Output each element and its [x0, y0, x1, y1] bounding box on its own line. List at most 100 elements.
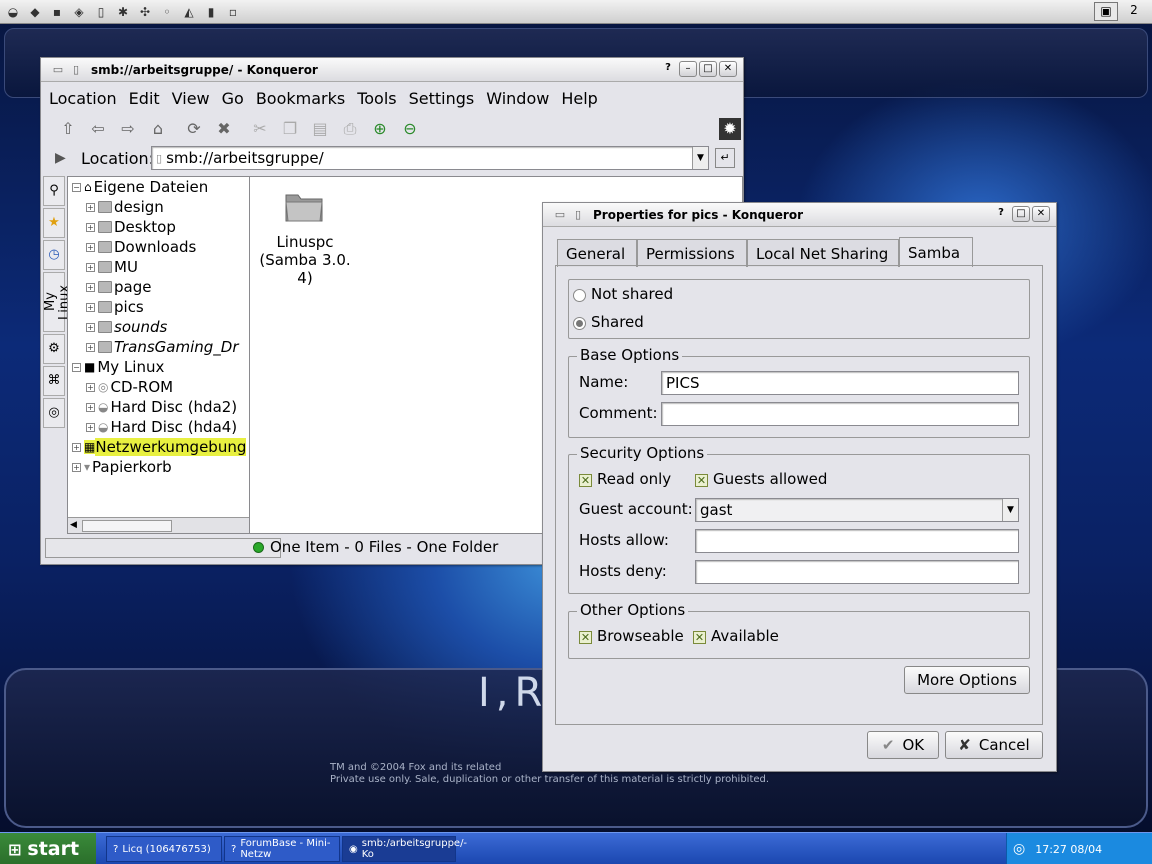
menu-help[interactable]: Help: [561, 89, 597, 108]
tree-item[interactable]: + MU: [86, 257, 138, 277]
cancel-button[interactable]: ✘ Cancel: [945, 731, 1043, 759]
guest-account-combo[interactable]: gast ▼: [695, 498, 1019, 522]
reload-icon[interactable]: ⟳: [183, 118, 205, 140]
expand-icon[interactable]: +: [86, 282, 95, 292]
window-menu-icon[interactable]: ▭: [551, 207, 569, 223]
tree-item[interactable]: + pics: [86, 297, 144, 317]
scroll-left-icon[interactable]: ◀: [70, 520, 77, 530]
up-icon[interactable]: ⇧: [57, 118, 79, 140]
tree-item[interactable]: + ▾ Papierkorb: [72, 457, 172, 477]
tree-item[interactable]: + Downloads: [86, 237, 196, 257]
copy-icon[interactable]: ❐: [279, 118, 301, 140]
expand-icon[interactable]: +: [86, 242, 95, 252]
tab-general[interactable]: General: [557, 239, 637, 267]
menu-edit[interactable]: Edit: [129, 89, 160, 108]
help-button[interactable]: ?: [992, 206, 1010, 222]
scroll-thumb[interactable]: [82, 520, 172, 532]
clock[interactable]: 17:27 08/04: [1035, 843, 1102, 856]
expand-icon[interactable]: +: [72, 442, 81, 452]
tree-item[interactable]: + sounds: [86, 317, 167, 337]
browseable-label[interactable]: Browseable: [597, 627, 684, 645]
task-licq[interactable]: ? Licq (106476753): [106, 836, 222, 862]
menu-settings[interactable]: Settings: [409, 89, 475, 108]
tree-item[interactable]: + TransGaming_Dr: [86, 337, 239, 357]
task-forumbase[interactable]: ? ForumBase - Mini-Netzw: [224, 836, 340, 862]
tree-item-selected[interactable]: + ▦ Netzwerkumgebung: [72, 437, 247, 457]
read-only-label[interactable]: Read only: [597, 470, 671, 488]
guests-allowed-label[interactable]: Guests allowed: [713, 470, 827, 488]
expand-icon[interactable]: +: [86, 342, 95, 352]
menu-window[interactable]: Window: [486, 89, 549, 108]
comment-input[interactable]: [661, 402, 1019, 426]
editor-icon[interactable]: ▯: [92, 4, 110, 20]
chevron-down-icon[interactable]: ▼: [1002, 499, 1018, 521]
maximize-button[interactable]: □: [699, 61, 717, 77]
hosts-allow-input[interactable]: [695, 529, 1019, 553]
tab-local-net-sharing[interactable]: Local Net Sharing: [747, 239, 899, 267]
available-checkbox[interactable]: ✕: [693, 631, 706, 644]
network-icon[interactable]: ✱: [114, 4, 132, 20]
home-icon[interactable]: ◆: [26, 4, 44, 20]
expand-icon[interactable]: +: [86, 422, 95, 432]
forward-icon[interactable]: ⇨: [117, 118, 139, 140]
available-label[interactable]: Available: [711, 627, 779, 645]
expand-icon[interactable]: +: [86, 262, 95, 272]
tools-icon[interactable]: ✣: [136, 4, 154, 20]
sidebar-tab-mylinux[interactable]: My Linux: [43, 272, 72, 332]
name-input[interactable]: PICS: [661, 371, 1019, 395]
zoom-in-icon[interactable]: ⊕: [369, 118, 391, 140]
mail-icon[interactable]: ◭: [180, 4, 198, 20]
print-icon[interactable]: ▮: [202, 4, 220, 20]
sidebar-tab-history[interactable]: ◷: [43, 240, 65, 270]
sidebar-tab-services[interactable]: ⚙: [43, 334, 65, 364]
tree-item[interactable]: + ◎ CD-ROM: [86, 377, 173, 397]
print-icon[interactable]: ⎙: [339, 118, 361, 140]
tree-item[interactable]: + Desktop: [86, 217, 176, 237]
start-button[interactable]: ⊞ start: [0, 833, 96, 864]
sidebar-tab-bookmarks[interactable]: ★: [43, 208, 65, 238]
sidebar-tab-media[interactable]: ◎: [43, 398, 65, 428]
tray-icon[interactable]: ◎: [1013, 841, 1025, 857]
kmenu-icon[interactable]: ◒: [4, 4, 22, 20]
terminal-icon[interactable]: ▪: [48, 4, 66, 20]
stop-icon[interactable]: ✖: [213, 118, 235, 140]
expand-icon[interactable]: +: [86, 202, 95, 212]
location-dropdown-icon[interactable]: ▼: [692, 147, 708, 169]
cut-icon[interactable]: ✂: [249, 118, 271, 140]
konqueror-titlebar[interactable]: ▭ ▯ smb://arbeitsgruppe/ - Konqueror ? –…: [41, 58, 743, 82]
menu-view[interactable]: View: [172, 89, 210, 108]
pager-desktop-2[interactable]: 2: [1122, 2, 1146, 21]
tree-item[interactable]: + page: [86, 277, 151, 297]
expand-icon[interactable]: +: [72, 462, 81, 472]
not-shared-radio[interactable]: [573, 289, 586, 302]
close-button[interactable]: ✕: [1032, 206, 1050, 222]
tree-item[interactable]: − ⌂ Eigene Dateien: [72, 177, 208, 197]
task-konqueror[interactable]: ◉ smb:/arbeitsgruppe/- Ko: [342, 836, 467, 862]
close-button[interactable]: ✕: [719, 61, 737, 77]
sidebar-tab-search[interactable]: ⚲: [43, 176, 65, 206]
shared-radio[interactable]: [573, 317, 586, 330]
browser-icon[interactable]: ◈: [70, 4, 88, 20]
not-shared-label[interactable]: Not shared: [591, 285, 673, 303]
menu-go[interactable]: Go: [222, 89, 244, 108]
tree-item[interactable]: + ◒ Hard Disc (hda4): [86, 417, 237, 437]
expand-icon[interactable]: +: [86, 322, 95, 332]
expand-icon[interactable]: +: [86, 382, 95, 392]
go-icon[interactable]: ↵: [715, 148, 735, 168]
guests-allowed-checkbox[interactable]: ✕: [695, 474, 708, 487]
expand-icon[interactable]: +: [86, 222, 95, 232]
shared-label[interactable]: Shared: [591, 313, 644, 331]
browseable-checkbox[interactable]: ✕: [579, 631, 592, 644]
tree-item[interactable]: − ■ My Linux: [72, 357, 164, 377]
expand-icon[interactable]: +: [86, 302, 95, 312]
back-icon[interactable]: ⇦: [87, 118, 109, 140]
tree-item[interactable]: + ◒ Hard Disc (hda2): [86, 397, 237, 417]
menu-tools[interactable]: Tools: [357, 89, 396, 108]
window-menu-icon[interactable]: ▭: [49, 62, 67, 78]
ok-button[interactable]: ✔ OK: [867, 731, 939, 759]
zoom-out-icon[interactable]: ⊖: [399, 118, 421, 140]
clear-location-icon[interactable]: ▶: [55, 150, 77, 166]
more-options-button[interactable]: More Options: [904, 666, 1030, 694]
minimize-button[interactable]: –: [679, 61, 697, 77]
read-only-checkbox[interactable]: ✕: [579, 474, 592, 487]
